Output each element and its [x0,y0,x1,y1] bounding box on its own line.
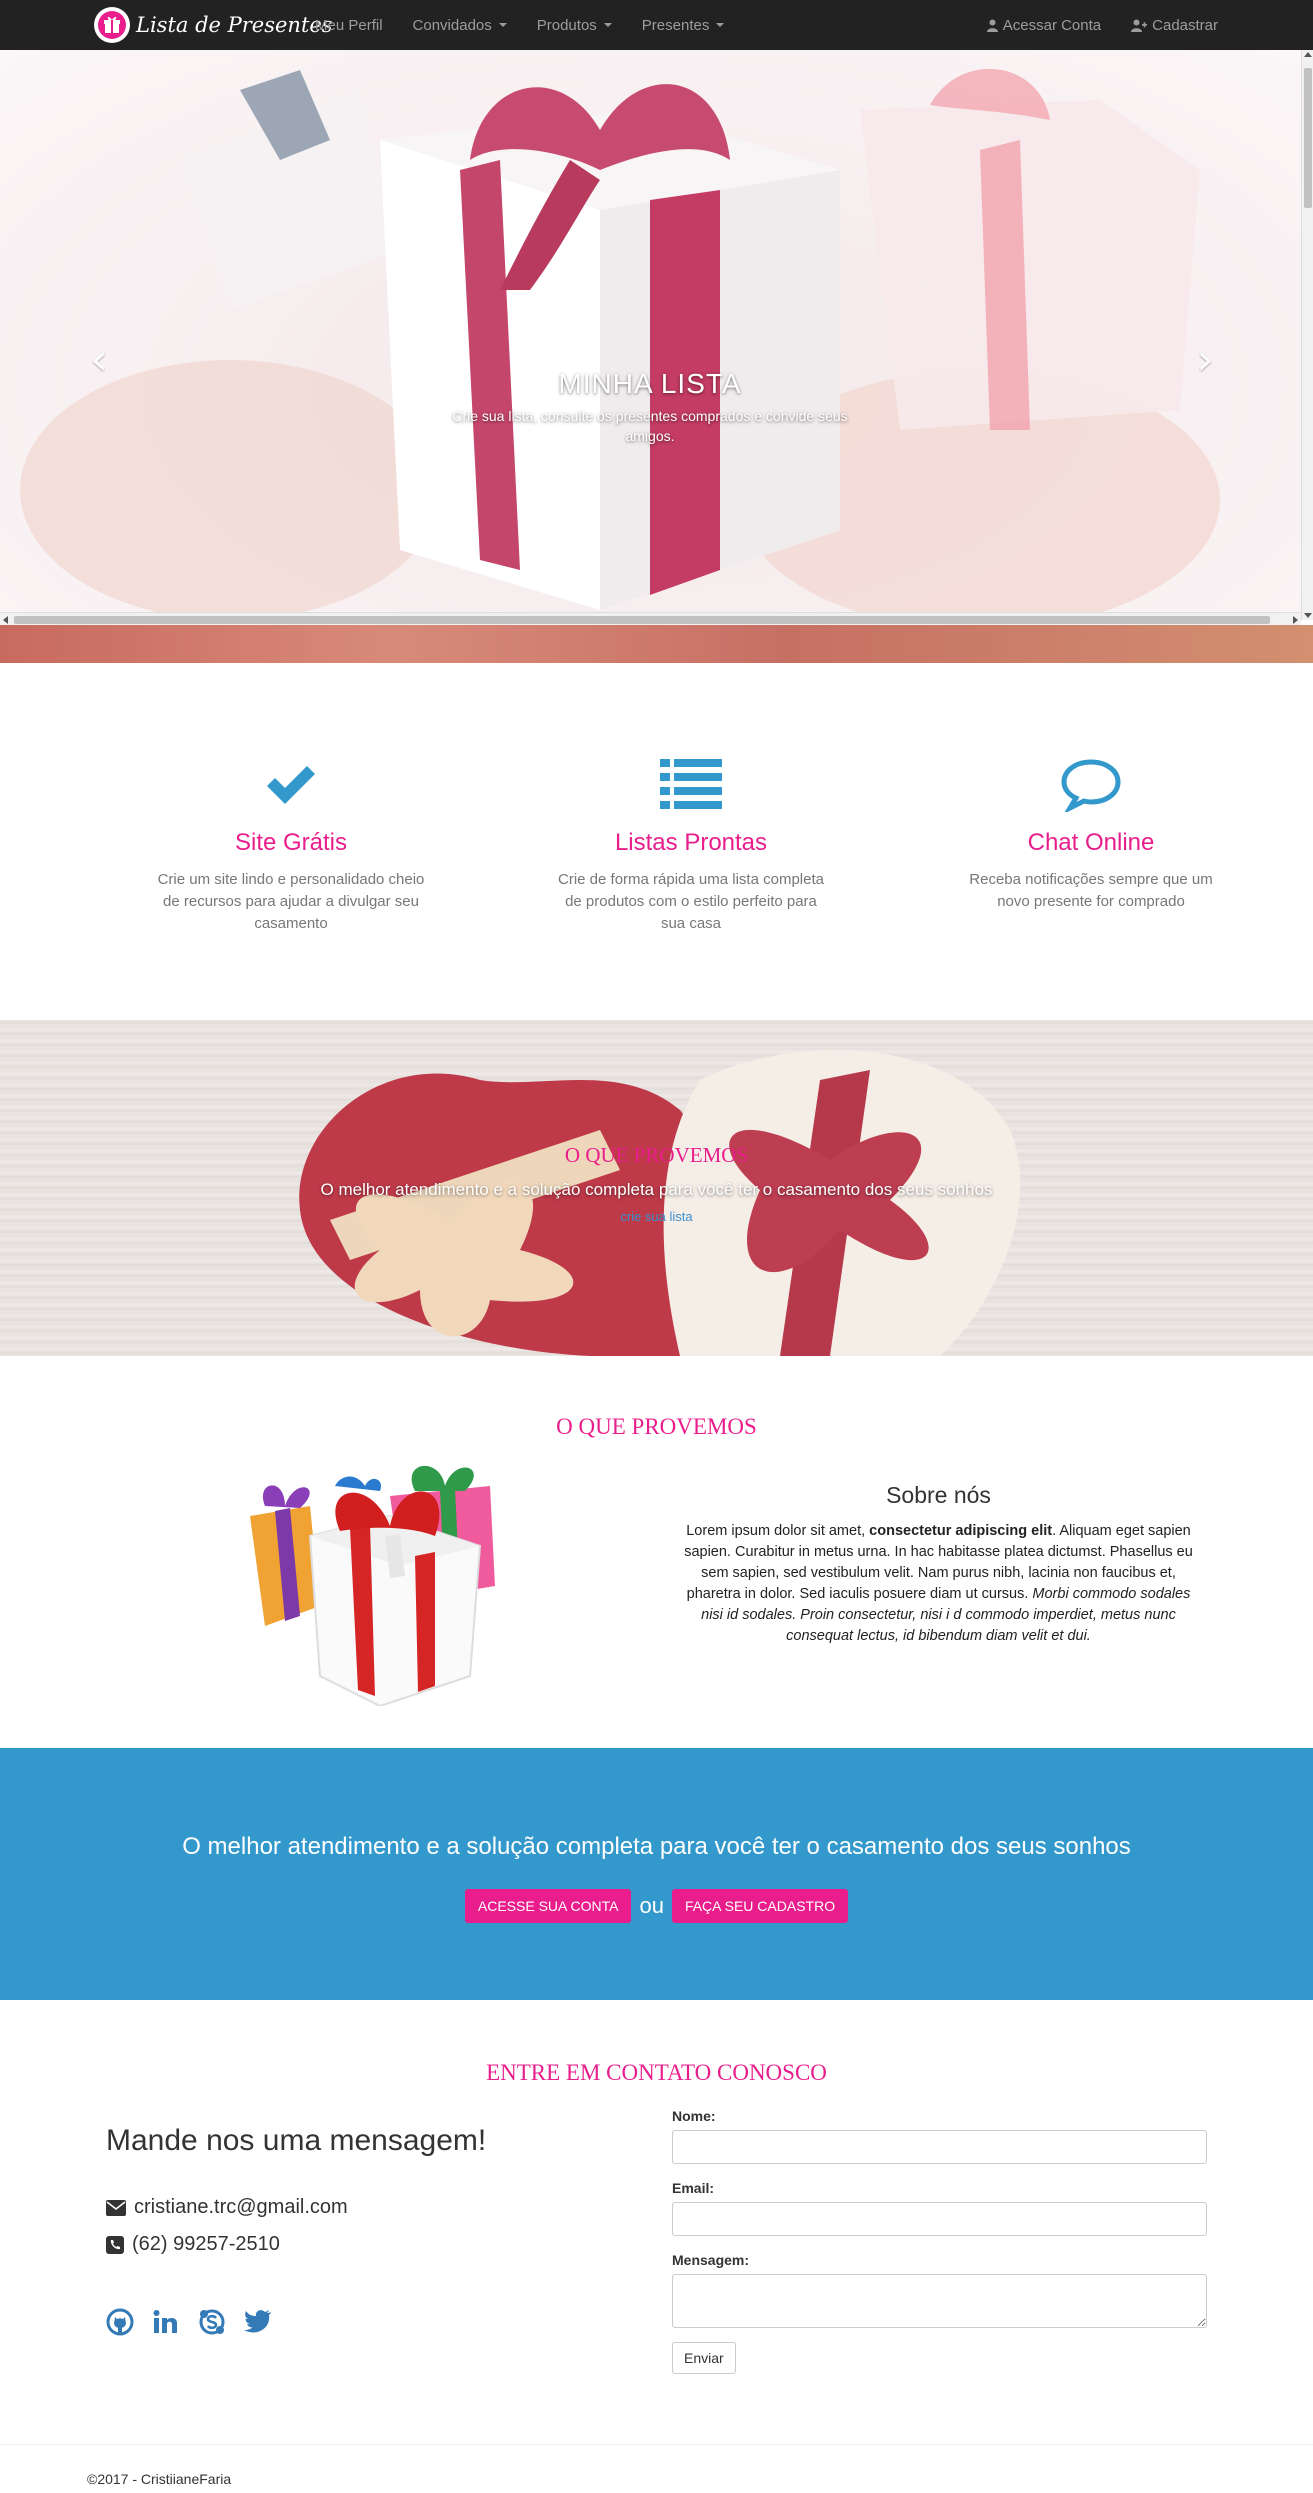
nav-produtos-dropdown[interactable]: Produtos [522,17,627,34]
feature-text: Receba notificações sempre que um novo p… [969,871,1213,910]
gift-boxes-image [250,1465,495,1706]
feature-listas-prontas: Listas Prontas Crie de forma rápida uma … [551,755,831,935]
user-icon [986,19,998,32]
caret-down-icon [716,23,725,27]
contact-phone-text: (62) 99257-2510 [132,2233,280,2255]
about-paragraph: Lorem ipsum dolor sit amet, consectetur … [676,1521,1201,1647]
decorative-strip [0,625,1313,663]
about-text-bold: consectetur adipiscing elit [869,1523,1053,1539]
about-section: O QUE PROVEMOS Sobre nós Lorem ipsum dol… [0,1356,1313,1748]
send-button[interactable]: Enviar [672,2342,736,2374]
contact-section: ENTRE EM CONTATO CONOSCO Mande nos uma m… [0,2000,1313,2440]
about-text-block: Sobre nós Lorem ipsum dolor sit amet, co… [676,1482,1201,1647]
about-text-part: Lorem ipsum dolor sit amet, [686,1523,870,1539]
page-footer: ©2017 - CristiianeFaria [0,2444,1313,2493]
nav-label: Produtos [536,16,597,34]
register-button[interactable]: Faça seu cadastro [671,1889,849,1923]
top-navbar: Lista de Presentes Meu Perfil Convidados… [0,0,1313,50]
feature-site-gratis: Site Grátis Crie um site lindo e persona… [151,755,431,935]
social-links [106,2308,586,2336]
nav-label: Convidados [412,16,492,34]
hero-text: Crie sua lista, consulte os presentes co… [452,408,848,444]
banner-caption: O QUE PROVEMOS O melhor atendimento e a … [0,1143,1313,1226]
call-to-action-section: O melhor atendimento e a solução complet… [0,1748,1313,2000]
or-separator: ou [639,1893,664,1918]
caret-down-icon [603,23,612,27]
chat-icon [951,755,1231,815]
name-input[interactable] [672,2130,1207,2164]
nav-label: Presentes [641,16,710,34]
login-button[interactable]: Acesse sua conta [464,1889,632,1923]
scrollbar-thumb[interactable] [14,616,1270,624]
contact-phone: (62) 99257-2510 [106,2233,586,2256]
nav-acessar-conta[interactable]: Acessar Conta [972,17,1116,34]
name-label: Nome: [672,2108,716,2124]
banner-title: O QUE PROVEMOS [564,1143,749,1167]
hero-caption: MINHA LISTA Crie sua lista, consulte os … [440,368,860,446]
scroll-right-arrow[interactable] [1293,616,1298,624]
hero-carousel: ‹ › MINHA LISTA Crie sua lista, consulte… [0,50,1301,612]
contact-section-title: ENTRE EM CONTATO CONOSCO [486,2060,827,2085]
vertical-scrollbar[interactable] [1301,50,1313,620]
nav-cadastrar[interactable]: Cadastrar [1116,17,1233,34]
nav-meu-perfil[interactable]: Meu Perfil [300,17,398,34]
gift-logo-icon [94,7,130,43]
brand-link[interactable]: Lista de Presentes [94,7,333,43]
feature-text: Crie de forma rápida uma lista completa … [558,871,824,932]
list-icon [551,755,831,815]
about-heading: Sobre nós [886,1482,991,1508]
twitter-icon[interactable] [244,2308,272,2334]
scrollbar-thumb[interactable] [1304,68,1312,208]
create-list-link[interactable]: crie sua lista [620,1209,692,1224]
about-section-title: O QUE PROVEMOS [556,1414,757,1439]
skype-icon[interactable] [198,2308,226,2336]
feature-title: Chat Online [1027,829,1155,856]
message-textarea[interactable] [672,2274,1207,2328]
hero-title: MINHA LISTA [558,368,742,399]
banner-text: O melhor atendimento e a solução complet… [320,1180,993,1199]
nav-presentes-dropdown[interactable]: Presentes [627,17,740,34]
copyright-text: ©2017 - CristiianeFaria [87,2471,232,2487]
carousel-next-arrow[interactable]: › [1190,338,1220,382]
linkedin-icon[interactable] [152,2308,180,2336]
email-input[interactable] [672,2202,1207,2236]
scroll-down-arrow[interactable] [1304,613,1312,618]
nav-label: Cadastrar [1152,16,1218,34]
phone-square-icon [106,2235,124,2254]
nav-label: Acessar Conta [1002,16,1102,34]
horizontal-scrollbar[interactable] [0,612,1301,625]
check-icon [151,755,431,815]
feature-chat-online: Chat Online Receba notificações sempre q… [951,755,1231,913]
envelope-icon [106,2199,126,2216]
features-section: Site Grátis Crie um site lindo e persona… [0,663,1313,1020]
feature-text: Crie um site lindo e personalidado cheio… [157,871,425,932]
nav-label: Meu Perfil [315,16,383,34]
contact-email: cristiane.trc@gmail.com [106,2196,586,2219]
scroll-left-arrow[interactable] [3,616,8,624]
hero-gift-image [20,68,1220,612]
cta-text: O melhor atendimento e a solução complet… [182,1833,1131,1860]
github-icon[interactable] [106,2308,134,2336]
contact-heading: Mande nos uma mensagem! [106,2124,487,2157]
message-label: Mensagem: [672,2252,750,2268]
parallax-banner: O QUE PROVEMOS O melhor atendimento e a … [0,1020,1313,1356]
contact-form: Nome: Email: Mensagem: Enviar [672,2108,1207,2374]
feature-title: Site Grátis [234,829,348,856]
user-plus-icon [1131,19,1148,32]
contact-email-text: cristiane.trc@gmail.com [134,2196,348,2218]
scroll-up-arrow[interactable] [1304,52,1312,57]
feature-title: Listas Prontas [614,829,768,856]
email-label: Email: [672,2180,715,2196]
caret-down-icon [498,23,507,27]
nav-convidados-dropdown[interactable]: Convidados [398,17,522,34]
carousel-prev-arrow[interactable]: ‹ [84,338,114,382]
contact-info: Mande nos uma mensagem! cristiane.trc@gm… [106,2124,586,2336]
